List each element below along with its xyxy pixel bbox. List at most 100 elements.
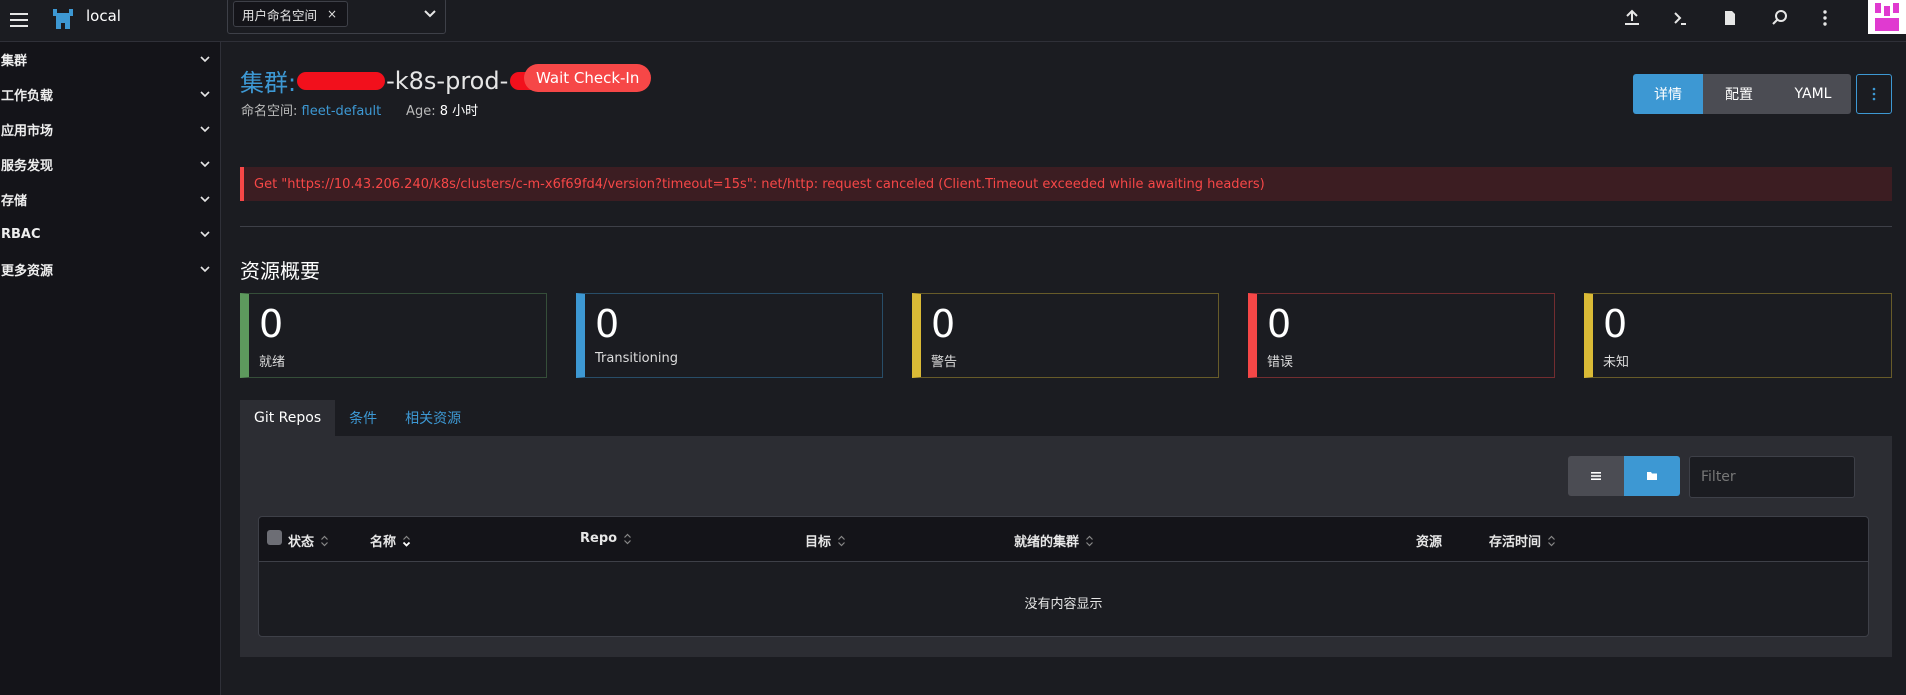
resource-card-transitioning: 0 Transitioning: [576, 293, 883, 378]
column-label: 就绪的集群: [1014, 535, 1080, 550]
top-header: local 用户命名空间 ×: [0, 0, 1906, 42]
age-value: 8 小时: [439, 104, 479, 119]
card-count: 0: [259, 302, 284, 346]
sidebar-item-apps[interactable]: 应用市场: [0, 112, 220, 147]
sidebar-item-more-resources[interactable]: 更多资源: [0, 252, 220, 287]
sidebar-item-cluster[interactable]: 集群: [0, 42, 220, 77]
search-icon[interactable]: [1770, 8, 1790, 28]
chevron-down-icon: [200, 161, 210, 168]
cluster-name[interactable]: local: [86, 7, 121, 25]
sort-icon: [1086, 535, 1093, 546]
shell-icon[interactable]: [1670, 8, 1690, 28]
sidebar-item-workloads[interactable]: 工作负载: [0, 77, 220, 112]
select-all-checkbox[interactable]: [267, 530, 282, 545]
column-header-status[interactable]: 状态: [288, 531, 329, 550]
card-label: 错误: [1267, 355, 1294, 370]
list-icon: [1591, 472, 1601, 480]
card-count: 0: [595, 302, 620, 346]
tab-conditions[interactable]: 条件: [335, 400, 391, 436]
namespace-chip-label: 用户命名空间: [242, 7, 318, 23]
page-subtitle: 命名空间: fleet-default Age: 8 小时: [241, 100, 478, 119]
sort-down-icon: [402, 535, 411, 547]
chevron-down-icon[interactable]: [423, 6, 437, 20]
sidebar-item-label: 工作负载: [1, 89, 54, 104]
column-label: Repo: [580, 531, 618, 546]
more-vertical-icon[interactable]: [1815, 8, 1835, 28]
sidebar-item-service-discovery[interactable]: 服务发现: [0, 147, 220, 182]
filter-input[interactable]: [1689, 456, 1855, 498]
card-count: 0: [1603, 302, 1628, 346]
column-header-resources: 资源: [1416, 531, 1442, 550]
title-cluster-name: -k8s-prod-: [386, 66, 509, 95]
chevron-down-icon: [200, 231, 210, 238]
namespace-select[interactable]: 用户命名空间 ×: [227, 0, 446, 34]
git-repos-table: 状态 名称 Repo 目标 就绪的集群 资源 存活时间 没有内容显示: [258, 516, 1869, 637]
error-banner: Get "https://10.43.206.240/k8s/clusters/…: [240, 167, 1892, 201]
card-label: Transitioning: [595, 351, 678, 366]
namespace-chip: 用户命名空间 ×: [233, 1, 349, 27]
card-count: 0: [1267, 302, 1292, 346]
card-count: 0: [931, 302, 956, 346]
tab-git-repos[interactable]: Git Repos: [240, 400, 336, 436]
tab-related-resources[interactable]: 相关资源: [391, 400, 475, 436]
yaml-button[interactable]: YAML: [1775, 74, 1851, 114]
folder-view-button[interactable]: [1624, 456, 1680, 496]
column-header-name[interactable]: 名称: [370, 531, 411, 550]
column-header-ready-clusters[interactable]: 就绪的集群: [1014, 531, 1094, 550]
sort-icon: [838, 535, 845, 546]
column-label: 资源: [1416, 535, 1443, 550]
card-label: 未知: [1603, 355, 1630, 370]
actions-menu-button[interactable]: [1856, 74, 1892, 114]
column-label: 名称: [370, 535, 397, 550]
main-content: 集群: -k8s-prod- Wait Check-In 命名空间: fleet…: [222, 42, 1906, 695]
chevron-down-icon: [200, 126, 210, 133]
sidebar-item-label: 更多资源: [1, 264, 54, 279]
view-toggle: [1568, 456, 1680, 496]
sidebar-item-storage[interactable]: 存储: [0, 182, 220, 217]
section-title: 资源概要: [240, 259, 320, 283]
empty-state-text: 没有内容显示: [1024, 597, 1103, 612]
namespace-link[interactable]: fleet-default: [302, 104, 382, 119]
sort-icon: [321, 535, 328, 546]
avatar[interactable]: [1868, 0, 1906, 34]
column-header-age[interactable]: 存活时间: [1489, 531, 1556, 550]
card-label: 警告: [931, 355, 958, 370]
status-badge: Wait Check-In: [524, 64, 652, 92]
sort-icon: [1548, 535, 1555, 546]
sidebar-item-label: 应用市场: [1, 124, 54, 139]
sort-icon: [624, 533, 632, 544]
sidebar-item-rbac[interactable]: RBAC: [0, 217, 220, 252]
sidebar-item-label: RBAC: [1, 227, 41, 242]
resource-card-ready: 0 就绪: [240, 293, 547, 378]
more-vertical-icon: [1872, 87, 1876, 101]
file-icon[interactable]: [1720, 8, 1740, 28]
resource-card-warning: 0 警告: [912, 293, 1219, 378]
cluster-logo-icon[interactable]: [50, 5, 76, 31]
page-title: 集群: -k8s-prod-: [240, 63, 543, 98]
sidebar: 集群 工作负载 应用市场 服务发现 存储 RBAC 更多资源: [0, 42, 221, 695]
upload-icon[interactable]: [1622, 8, 1642, 28]
list-view-button[interactable]: [1568, 456, 1624, 496]
title-prefix: 集群:: [240, 69, 297, 97]
card-label: 就绪: [259, 355, 286, 370]
chevron-down-icon: [200, 196, 210, 203]
tab-bar: Git Repos 条件 相关资源: [240, 400, 475, 436]
table-header: 状态 名称 Repo 目标 就绪的集群 资源 存活时间: [259, 517, 1868, 562]
tab-panel: 状态 名称 Repo 目标 就绪的集群 资源 存活时间 没有内容显示: [240, 436, 1892, 657]
resource-card-unknown: 0 未知: [1584, 293, 1892, 378]
column-header-target[interactable]: 目标: [805, 531, 846, 550]
menu-icon[interactable]: [8, 9, 30, 31]
chevron-down-icon: [200, 91, 210, 98]
column-label: 目标: [805, 535, 832, 550]
detail-button[interactable]: 详情: [1633, 74, 1703, 114]
config-button[interactable]: 配置: [1703, 74, 1775, 114]
column-label: 存活时间: [1489, 535, 1542, 550]
column-header-repo[interactable]: Repo: [580, 531, 632, 546]
column-label: 状态: [288, 535, 315, 550]
chip-close-icon[interactable]: ×: [327, 7, 337, 21]
sidebar-item-label: 存储: [1, 194, 28, 209]
redaction-mark: [297, 71, 386, 90]
age-label: Age:: [406, 104, 436, 119]
chevron-down-icon: [200, 56, 210, 63]
folder-icon: [1647, 472, 1657, 480]
